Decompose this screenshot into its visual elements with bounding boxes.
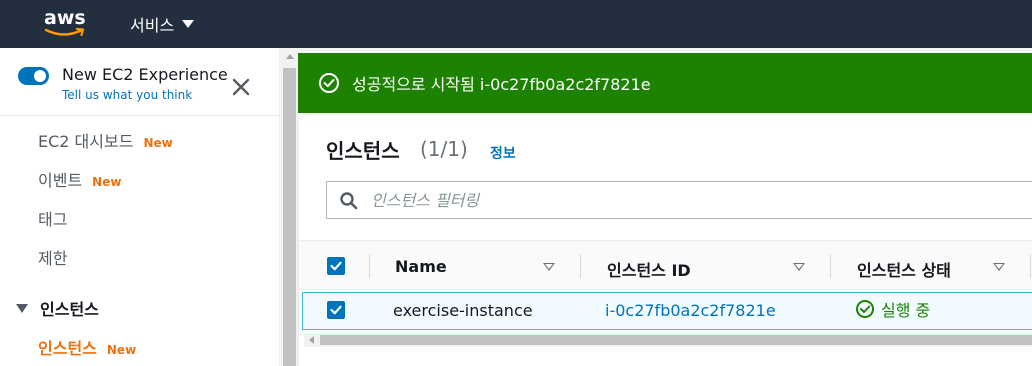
scrollbar-thumb[interactable] bbox=[283, 68, 296, 366]
sort-down-icon[interactable] bbox=[993, 263, 1005, 271]
sidebar-section-label: 인스턴스 bbox=[40, 300, 99, 319]
scrollbar-thumb[interactable] bbox=[320, 335, 1032, 345]
new-badge: New bbox=[143, 136, 173, 150]
instance-id-link[interactable]: i-0c27fb0a2c2f7821e bbox=[605, 301, 776, 320]
check-circle-icon bbox=[319, 73, 339, 93]
sidebar-item-instances[interactable]: 인스턴스 New bbox=[38, 335, 136, 359]
instance-state: 실행 중 bbox=[855, 297, 930, 321]
checkmark-icon bbox=[330, 305, 342, 315]
scroll-up-arrow-icon[interactable] bbox=[286, 54, 294, 59]
services-menu[interactable]: 서비스 bbox=[130, 12, 195, 36]
instance-count: (1/1) bbox=[420, 137, 468, 161]
instance-state-label: 실행 중 bbox=[881, 301, 931, 320]
caret-down-icon bbox=[182, 20, 195, 28]
sidebar-item-label: EC2 대시보드 bbox=[38, 132, 134, 151]
sidebar-item-tags[interactable]: 태그 bbox=[38, 206, 67, 230]
column-divider[interactable] bbox=[830, 254, 831, 278]
sidebar-item-label: 이벤트 bbox=[38, 171, 83, 190]
column-header-instance-id[interactable]: 인스턴스 ID bbox=[607, 257, 691, 281]
collapse-triangle-icon bbox=[16, 303, 28, 313]
toggle-knob bbox=[34, 70, 46, 82]
close-icon[interactable] bbox=[230, 76, 252, 98]
flash-message-text: 성공적으로 시작됨 i-0c27fb0a2c2f7821e bbox=[352, 75, 651, 94]
select-all-checkbox[interactable] bbox=[327, 257, 345, 275]
column-divider[interactable] bbox=[369, 254, 370, 278]
sidebar-item-ec2-dashboard[interactable]: EC2 대시보드 New bbox=[38, 128, 173, 152]
row-select-checkbox[interactable] bbox=[327, 301, 345, 319]
sidebar-item-limits[interactable]: 제한 bbox=[38, 245, 67, 269]
new-experience-toggle[interactable] bbox=[18, 67, 49, 85]
sidebar-item-label: 제한 bbox=[38, 249, 68, 268]
sidebar-item-label: 인스턴스 bbox=[38, 339, 97, 358]
main-content: 성공적으로 시작됨 i-0c27fb0a2c2f7821e 인스턴스 (1/1)… bbox=[298, 48, 1032, 366]
new-badge: New bbox=[92, 175, 122, 189]
new-badge: New bbox=[106, 343, 137, 357]
table-row[interactable]: exercise-instance i-0c27fb0a2c2f7821e 실행… bbox=[302, 292, 1032, 330]
sidebar: New EC2 Experience Tell us what you thin… bbox=[0, 48, 280, 366]
aws-logo[interactable]: aws bbox=[44, 7, 90, 39]
success-flash-message: 성공적으로 시작됨 i-0c27fb0a2c2f7821e bbox=[298, 53, 1032, 113]
instances-panel: 인스턴스 (1/1) 정보 Name 인스턴스 ID 인스턴스 상태 bbox=[298, 115, 1032, 366]
sidebar-scrollbar[interactable] bbox=[281, 48, 298, 366]
sidebar-item-events[interactable]: 이벤트 New bbox=[38, 167, 121, 191]
services-label: 서비스 bbox=[130, 16, 175, 35]
search-box[interactable] bbox=[326, 181, 1032, 219]
instance-name: exercise-instance bbox=[393, 301, 533, 320]
sidebar-section-instances[interactable]: 인스턴스 bbox=[16, 296, 99, 320]
check-circle-icon bbox=[856, 300, 874, 318]
column-header-instance-state[interactable]: 인스턴스 상태 bbox=[857, 257, 951, 281]
aws-logo-text: aws bbox=[44, 7, 86, 29]
table-horizontal-scrollbar[interactable] bbox=[304, 333, 1032, 347]
top-navigation: aws 서비스 bbox=[0, 0, 1032, 48]
aws-smile-icon bbox=[44, 27, 85, 37]
column-divider[interactable] bbox=[580, 254, 581, 278]
new-experience-title: New EC2 Experience bbox=[62, 65, 228, 84]
table-header: Name 인스턴스 ID 인스턴스 상태 bbox=[299, 240, 1032, 290]
column-header-name[interactable]: Name bbox=[395, 257, 447, 276]
search-input[interactable] bbox=[371, 186, 1011, 214]
checkmark-icon bbox=[330, 261, 342, 271]
page-title: 인스턴스 bbox=[326, 139, 400, 163]
info-link[interactable]: 정보 bbox=[490, 143, 516, 163]
new-experience-banner: New EC2 Experience Tell us what you thin… bbox=[0, 48, 280, 116]
feedback-link[interactable]: Tell us what you think bbox=[62, 88, 192, 102]
search-icon bbox=[340, 192, 358, 210]
sort-down-icon[interactable] bbox=[793, 263, 805, 271]
scroll-left-arrow-icon[interactable] bbox=[309, 336, 314, 344]
sort-down-icon[interactable] bbox=[543, 263, 555, 271]
column-divider[interactable] bbox=[1030, 254, 1031, 278]
sidebar-item-label: 태그 bbox=[38, 210, 68, 229]
